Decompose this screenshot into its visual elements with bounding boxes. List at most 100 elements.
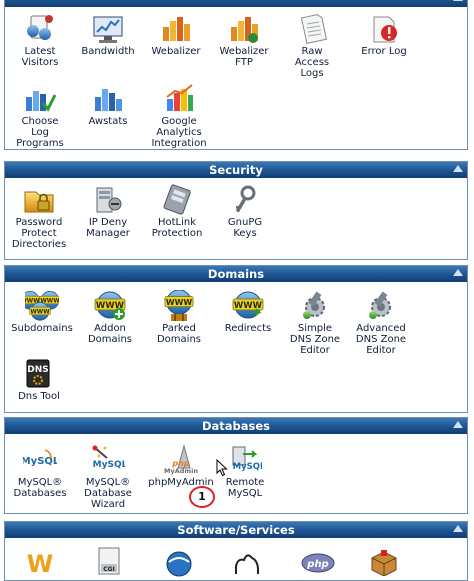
logs-panel: Latest Visitors Bandwidth Webalizer Weba…	[4, 0, 468, 150]
logs-panel-header	[5, 0, 467, 7]
remote-mysql-icon: MySQL	[232, 446, 262, 472]
mouse-cursor-icon	[216, 459, 228, 477]
svg-text:MySQL: MySQL	[93, 460, 125, 470]
dns-tool-icon: DNS	[26, 359, 50, 388]
remote-mysql-label: Remote MySQL	[225, 477, 265, 499]
gnupg-keys-label: GnuPG Keys	[227, 217, 263, 239]
redirects-icon	[232, 291, 264, 319]
package-box-icon[interactable]	[369, 548, 399, 576]
error-log-link[interactable]: Error Log	[350, 13, 418, 57]
error-log-label: Error Log	[361, 46, 407, 57]
redirects-link[interactable]: Redirects	[214, 290, 282, 334]
password-protect-link[interactable]: Password Protect Directories	[5, 184, 73, 250]
globe-icon[interactable]	[164, 546, 194, 578]
domains-panel-header: Domains	[5, 266, 467, 282]
step-annotation-circle: 1	[189, 486, 215, 508]
mysql-databases-link[interactable]: MySQL MySQL® Databases	[6, 444, 74, 499]
google-analytics-label: Google Analytics Integration	[151, 116, 207, 149]
mysql-databases-label: MySQL® Databases	[13, 477, 67, 499]
domains-title: Domains	[207, 267, 265, 281]
svg-text:MySQL: MySQL	[233, 462, 262, 472]
webalizer-ftp-icon	[231, 17, 258, 43]
svg-text:php: php	[306, 559, 328, 570]
hotlink-protection-label: HotLink Protection	[151, 217, 203, 239]
software-services-title: Software/Services	[177, 523, 295, 537]
collapse-icon[interactable]	[453, 0, 463, 1]
raw-access-logs-label: Raw Access Logs	[294, 46, 330, 79]
latest-visitors-link[interactable]: Latest Visitors	[6, 13, 74, 68]
webalizer-ftp-link[interactable]: Webalizer FTP	[210, 13, 278, 68]
webalizer-link[interactable]: Webalizer	[142, 13, 210, 57]
parked-domains-icon	[164, 290, 194, 321]
mysql-wizard-link[interactable]: MySQL MySQL® Database Wizard	[74, 444, 142, 510]
dns-simple-icon	[302, 290, 325, 320]
webalizer-ftp-label: Webalizer FTP	[219, 46, 269, 68]
ip-deny-label: IP Deny Manager	[86, 217, 130, 239]
log-programs-icon	[26, 91, 57, 112]
subdomains-link[interactable]: Subdomains	[8, 290, 76, 334]
collapse-icon[interactable]	[453, 269, 463, 276]
collapse-icon[interactable]	[453, 525, 463, 532]
choose-log-programs-link[interactable]: Choose Log Programs	[6, 83, 74, 149]
cgi-icon[interactable]: CGI	[96, 546, 122, 578]
svg-text:MyAdmin: MyAdmin	[164, 467, 198, 475]
folder-lock-icon	[24, 191, 54, 213]
collapse-icon[interactable]	[453, 165, 463, 172]
software-services-header: Software/Services	[5, 522, 467, 538]
parked-domains-link[interactable]: Parked Domains	[145, 290, 213, 345]
ip-deny-link[interactable]: IP Deny Manager	[74, 184, 142, 239]
phpmyadmin-link[interactable]: php MyAdmin phpMyAdmin	[147, 444, 215, 488]
software-services-panel: Software/Services W CGI php	[4, 521, 468, 581]
dns-tool-label: Dns Tool	[18, 391, 60, 402]
security-panel: Security Password Protect Directories IP…	[4, 161, 468, 260]
raw-access-logs-link[interactable]: Raw Access Logs	[278, 13, 346, 79]
gnupg-keys-link[interactable]: GnuPG Keys	[211, 184, 279, 239]
svg-text:CGI: CGI	[103, 566, 115, 573]
subdomains-icon	[25, 291, 59, 321]
wordpress-w-icon[interactable]: W	[26, 548, 54, 576]
hotlink-icon	[163, 184, 191, 215]
security-panel-header: Security	[5, 162, 467, 178]
password-protect-label: Password Protect Directories	[11, 217, 67, 250]
google-analytics-link[interactable]: Google Analytics Integration	[145, 83, 213, 149]
advanced-dns-zone-editor-link[interactable]: Advanced DNS Zone Editor	[347, 290, 415, 356]
mysql-wizard-icon: MySQL	[92, 445, 125, 470]
parked-domains-label: Parked Domains	[156, 323, 201, 345]
databases-title: Databases	[201, 419, 271, 433]
dns-tool-link[interactable]: DNS Dns Tool	[5, 358, 73, 402]
mysql-icon: MySQL	[23, 449, 57, 467]
bandwidth-label: Bandwidth	[81, 46, 135, 57]
awstats-icon	[95, 89, 122, 111]
databases-panel: Databases MySQL MySQL® Databases MySQL M…	[4, 417, 468, 514]
perl-camel-icon[interactable]	[232, 546, 262, 578]
security-title: Security	[209, 163, 263, 177]
addon-domains-link[interactable]: Addon Domains	[76, 290, 144, 345]
advanced-dns-label: Advanced DNS Zone Editor	[355, 323, 407, 356]
bandwidth-icon	[93, 16, 123, 43]
keys-icon	[235, 185, 256, 213]
svg-text:MySQL: MySQL	[23, 456, 57, 467]
choose-log-programs-label: Choose Log Programs	[16, 116, 64, 149]
addon-domains-label: Addon Domains	[87, 323, 132, 345]
simple-dns-zone-editor-link[interactable]: Simple DNS Zone Editor	[281, 290, 349, 356]
addon-domains-icon	[94, 291, 126, 320]
redirects-label: Redirects	[224, 323, 272, 334]
simple-dns-label: Simple DNS Zone Editor	[289, 323, 341, 356]
phpmyadmin-icon: php MyAdmin	[164, 444, 198, 475]
php-icon[interactable]: php	[301, 552, 335, 574]
webalizer-label: Webalizer	[151, 46, 201, 57]
bandwidth-link[interactable]: Bandwidth	[74, 13, 142, 57]
raw-logs-icon	[300, 14, 328, 44]
ip-deny-icon	[96, 187, 122, 213]
subdomains-label: Subdomains	[11, 323, 73, 334]
awstats-label: Awstats	[88, 116, 128, 127]
hotlink-protection-link[interactable]: HotLink Protection	[143, 184, 211, 239]
svg-text:W: W	[27, 550, 53, 576]
collapse-icon[interactable]	[453, 421, 463, 428]
webalizer-icon	[163, 17, 190, 41]
databases-panel-header: Databases	[5, 418, 467, 434]
google-analytics-icon	[166, 84, 193, 111]
awstats-link[interactable]: Awstats	[74, 83, 142, 127]
latest-visitors-label: Latest Visitors	[21, 46, 59, 68]
dns-advanced-icon	[368, 290, 391, 320]
